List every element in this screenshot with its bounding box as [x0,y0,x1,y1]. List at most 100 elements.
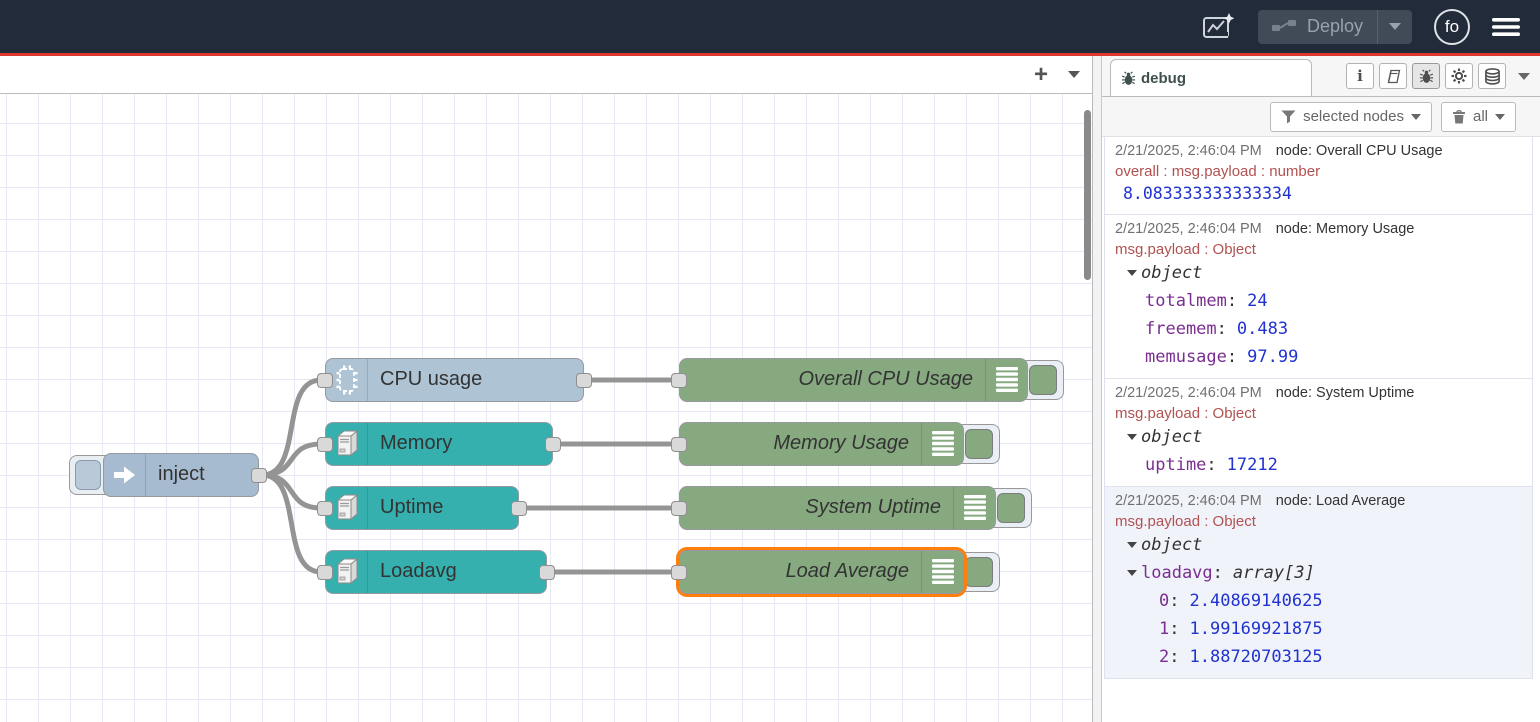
node-body-debug-memory[interactable]: Memory Usage [679,422,964,466]
debug-object-row[interactable]: object [1115,423,1526,451]
output-port[interactable] [511,501,527,516]
debug-payload-path: msg.payload : Object [1115,512,1526,531]
debug-console-icon [985,359,1027,401]
node-label: Memory [368,423,552,465]
input-port[interactable] [671,373,687,388]
wire [262,444,321,475]
node-memory[interactable]: Memory [325,422,553,466]
chevron-down-icon [1495,114,1505,120]
debug-message-selected[interactable]: 2/21/2025, 2:46:04 PMnode: Load Average … [1104,487,1533,679]
input-port[interactable] [671,565,687,580]
node-debug-overall-cpu[interactable]: Overall CPU Usage [679,358,1028,402]
clear-messages-button[interactable]: all [1441,102,1516,132]
deploy-label: Deploy [1307,16,1363,37]
collapse-caret-icon[interactable] [1127,542,1137,548]
chevron-down-icon [1389,23,1401,30]
node-label: Loadavg [368,551,546,593]
debug-object-row[interactable]: object [1115,259,1526,287]
node-label: Load Average [680,551,921,593]
output-port[interactable] [576,373,592,388]
node-body-uptime[interactable]: Uptime [325,486,519,530]
flow-list-caret[interactable] [1068,71,1080,78]
node-inject[interactable]: inject [103,453,259,497]
node-debug-loadavg[interactable]: Load Average [679,550,964,594]
node-label: inject [146,454,258,496]
input-port[interactable] [317,501,333,516]
node-body-loadavg[interactable]: Loadavg [325,550,547,594]
node-body-memory[interactable]: Memory [325,422,553,466]
debug-payload-path: msg.payload : Object [1115,404,1526,423]
wires [0,94,1092,722]
node-label: CPU usage [368,359,583,401]
entry-value: 97.99 [1247,347,1298,367]
info-icon: i [1357,67,1363,85]
debug-filter-row: selected nodes all [1102,97,1540,137]
node-body-inject[interactable]: inject [103,453,259,497]
node-debug-uptime[interactable]: System Uptime [679,486,996,530]
filter-nodes-button[interactable]: selected nodes [1270,102,1432,132]
debug-toggle-state [965,429,993,459]
context-tab-button[interactable] [1478,63,1506,89]
node-label: Uptime [368,487,518,529]
collapse-caret-icon[interactable] [1127,570,1137,576]
node-body-debug-uptime[interactable]: System Uptime [679,486,996,530]
debug-console-icon [921,423,963,465]
canvas-vertical-scrollbar[interactable] [1084,110,1091,280]
debug-message[interactable]: 2/21/2025, 2:46:04 PMnode: System Uptime… [1104,379,1533,487]
export-image-icon[interactable] [1200,12,1236,42]
info-tab-button[interactable]: i [1346,63,1374,89]
deploy-options-caret[interactable] [1377,10,1412,44]
item-value: 1.88720703125 [1190,647,1323,667]
entry-key: totalmem [1145,291,1237,311]
node-loadavg[interactable]: Loadavg [325,550,547,594]
tab-debug[interactable]: debug [1110,59,1312,96]
input-port[interactable] [317,565,333,580]
node-body-debug-loadavg[interactable]: Load Average [679,550,964,594]
main-menu-button[interactable] [1492,17,1520,37]
debug-array-item: 02.40869140625 [1115,587,1526,615]
debug-node-name: node: Memory Usage [1276,221,1415,237]
add-flow-button[interactable]: + [1034,64,1048,86]
config-tab-button[interactable] [1445,63,1473,89]
node-debug-memory[interactable]: Memory Usage [679,422,964,466]
help-tab-button[interactable] [1379,63,1407,89]
flow-editor-column: + [0,56,1093,722]
output-port[interactable] [545,437,561,452]
debug-toggle-state [997,493,1025,523]
wire [262,475,321,508]
deploy-button[interactable]: Deploy [1258,10,1377,44]
collapse-caret-icon[interactable] [1127,270,1137,276]
node-cpu-usage[interactable]: CPU usage [325,358,584,402]
sidebar-options-caret[interactable] [1518,73,1530,80]
node-uptime[interactable]: Uptime [325,486,519,530]
book-icon [1385,69,1402,84]
flow-canvas[interactable]: inject [0,94,1092,722]
node-body-debug-overall-cpu[interactable]: Overall CPU Usage [679,358,1028,402]
input-port[interactable] [317,373,333,388]
tab-debug-label: debug [1141,70,1186,87]
output-port[interactable] [251,468,267,483]
entry-key: loadavg [1141,563,1223,583]
debug-object-row[interactable]: object [1115,531,1526,559]
node-body-cpu-usage[interactable]: CPU usage [325,358,584,402]
debug-tab-button[interactable] [1412,63,1440,89]
input-port[interactable] [317,437,333,452]
debug-message-meta: 2/21/2025, 2:46:04 PMnode: Overall CPU U… [1115,141,1526,162]
item-value: 1.99169921875 [1190,619,1323,639]
flow-tab-bar: + [0,56,1092,94]
debug-array-row[interactable]: loadavgarray[3] [1115,559,1526,587]
debug-message[interactable]: 2/21/2025, 2:46:04 PMnode: Overall CPU U… [1104,137,1533,215]
sidebar-tab-bar: debug i [1102,56,1540,97]
debug-message-meta: 2/21/2025, 2:46:04 PMnode: Load Average [1115,491,1526,512]
output-port[interactable] [539,565,555,580]
debug-message[interactable]: 2/21/2025, 2:46:04 PMnode: Memory Usage … [1104,215,1533,379]
sidebar-splitter[interactable] [1093,56,1102,722]
input-port[interactable] [671,437,687,452]
debug-timestamp: 2/21/2025, 2:46:04 PM [1115,143,1262,159]
debug-message-list[interactable]: 2/21/2025, 2:46:04 PMnode: Overall CPU U… [1102,137,1540,722]
entry-value: 0.483 [1237,319,1288,339]
debug-node-name: node: System Uptime [1276,385,1415,401]
user-avatar[interactable]: fo [1434,9,1470,45]
collapse-caret-icon[interactable] [1127,434,1137,440]
input-port[interactable] [671,501,687,516]
